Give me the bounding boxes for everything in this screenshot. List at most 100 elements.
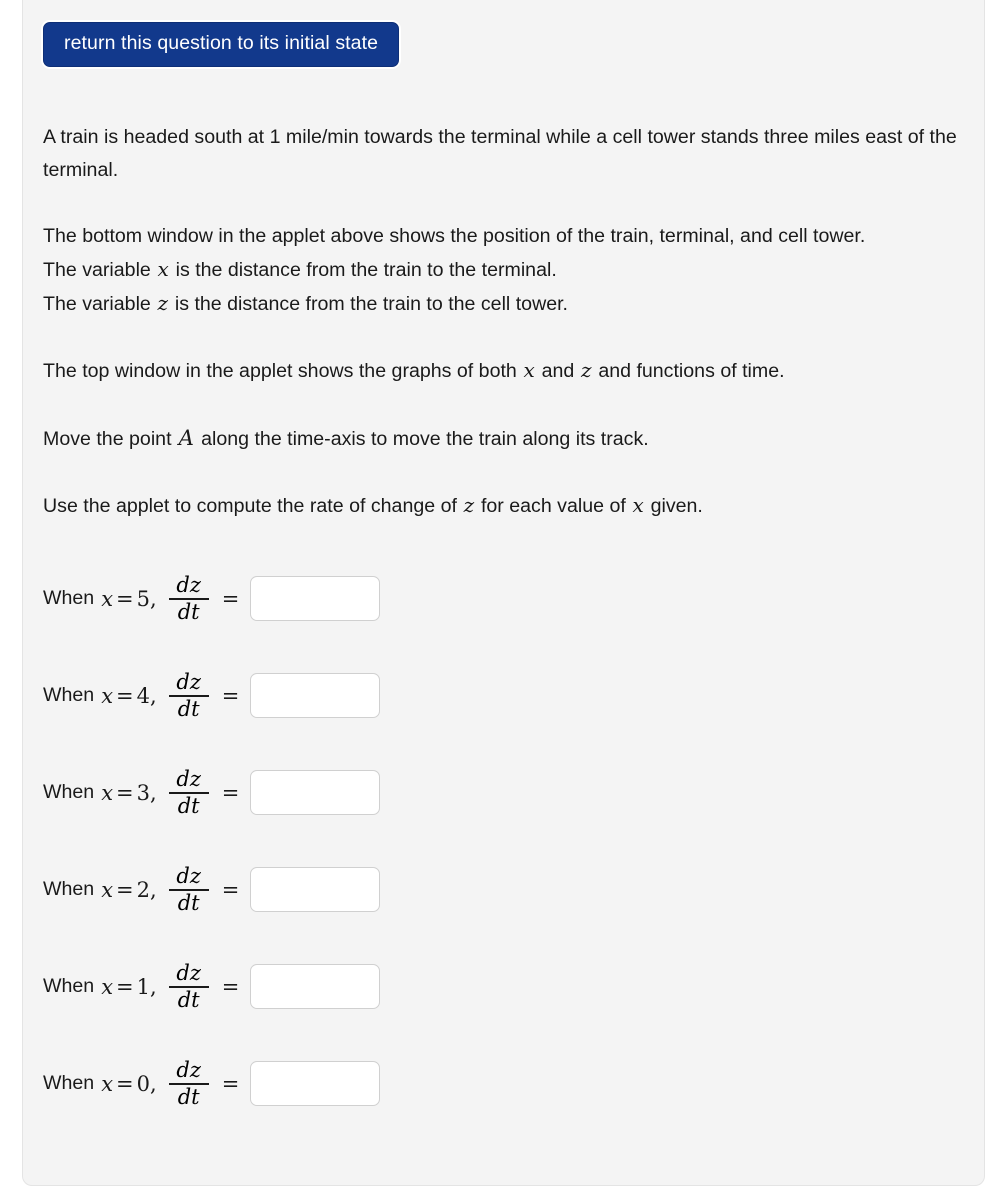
- answer-row-label: When x = 4,: [43, 684, 157, 708]
- math-var-x-2: x: [523, 357, 535, 382]
- math-equals: =: [116, 974, 134, 999]
- answer-condition-math: x = 3,: [101, 781, 157, 805]
- answer-input-1[interactable]: [250, 576, 381, 622]
- derivative-fraction: dz dt: [168, 963, 209, 1012]
- answer-row: When x = 4, dz dt =: [43, 666, 964, 726]
- math-var-z-1: z: [157, 290, 169, 315]
- answer-label-prefix: When: [43, 975, 95, 998]
- reset-question-button[interactable]: return this question to its initial stat…: [43, 22, 400, 67]
- answer-condition-math: x = 0,: [101, 1072, 157, 1096]
- prose-text-4-before: The variable: [43, 292, 151, 315]
- math-var-x: x: [101, 974, 114, 999]
- fraction-denominator: dt: [177, 696, 200, 721]
- answer-input-4[interactable]: [250, 867, 381, 913]
- math-x-value: 0,: [136, 1071, 157, 1096]
- answer-input-3[interactable]: [250, 770, 381, 816]
- math-var-x: x: [101, 780, 114, 805]
- prose-paragraph-1: A train is headed south at 1 mile/min to…: [43, 121, 964, 187]
- math-equals: =: [116, 1071, 134, 1096]
- derivative-fraction: dz dt: [168, 767, 209, 818]
- answer-row: When x = 3, dz dt =: [43, 763, 964, 823]
- prose-paragraph-4: The variable z is the distance from the …: [43, 287, 964, 321]
- result-equals-sign: =: [221, 877, 240, 902]
- math-x-value: 4,: [136, 683, 157, 708]
- answer-input-6[interactable]: [250, 1061, 381, 1107]
- answer-label-prefix: When: [43, 878, 95, 901]
- answer-input-2[interactable]: [250, 673, 381, 719]
- prose-text-1: A train is headed south at 1 mile/min to…: [43, 125, 957, 181]
- math-var-x: x: [101, 586, 114, 611]
- answer-row: When x = 2, dz dt =: [43, 860, 964, 920]
- answer-condition-math: x = 5,: [101, 587, 157, 611]
- answer-row-label: When x = 5,: [43, 587, 157, 611]
- result-equals-sign: =: [221, 683, 240, 708]
- result-equals-sign: =: [221, 586, 240, 611]
- prose-text-7-middle: for each value of: [480, 494, 626, 517]
- math-var-x: x: [101, 683, 114, 708]
- fraction-numerator: dz: [176, 864, 201, 889]
- math-var-x: x: [101, 1071, 114, 1096]
- fraction-denominator: dt: [177, 599, 200, 624]
- question-prose: A train is headed south at 1 mile/min to…: [43, 121, 964, 523]
- question-card-inner: return this question to its initial stat…: [23, 0, 984, 1134]
- answer-row: When x = 5, dz dt =: [43, 569, 964, 629]
- derivative-fraction: dz dt: [168, 864, 209, 915]
- answer-row: When x = 1, dz dt =: [43, 957, 964, 1017]
- fraction-denominator: dt: [177, 890, 200, 915]
- answer-condition-math: x = 1,: [101, 975, 157, 999]
- prose-text-5-middle: and: [541, 359, 575, 382]
- prose-text-5-before: The top window in the applet shows the g…: [43, 359, 517, 382]
- result-equals-sign: =: [221, 974, 240, 999]
- answer-row-label: When x = 0,: [43, 1072, 157, 1096]
- answer-condition-math: x = 2,: [101, 878, 157, 902]
- math-var-x: x: [101, 877, 114, 902]
- math-equals: =: [116, 877, 134, 902]
- answer-input-5[interactable]: [250, 964, 381, 1010]
- math-equals: =: [116, 683, 134, 708]
- fraction-denominator: dt: [177, 987, 200, 1012]
- prose-text-3-before: The variable: [43, 258, 151, 281]
- answer-row-label: When x = 3,: [43, 781, 157, 805]
- answer-condition-math: x = 4,: [101, 684, 157, 708]
- prose-text-3-after: is the distance from the train to the te…: [175, 258, 557, 281]
- prose-paragraph-2: The bottom window in the applet above sh…: [43, 220, 964, 253]
- prose-paragraph-5: The top window in the applet shows the g…: [43, 354, 964, 388]
- math-equals: =: [116, 780, 134, 805]
- math-x-value: 1,: [136, 974, 157, 999]
- math-var-x-3: x: [632, 492, 644, 517]
- answer-label-prefix: When: [43, 1072, 95, 1095]
- prose-text-7-after: given.: [650, 494, 703, 517]
- prose-text-2: The bottom window in the applet above sh…: [43, 224, 866, 247]
- prose-paragraph-7: Use the applet to compute the rate of ch…: [43, 489, 964, 523]
- math-var-x-1: x: [157, 256, 169, 281]
- prose-paragraph-6: Move the point A along the time-axis to …: [43, 421, 964, 456]
- prose-text-4-after: is the distance from the train to the ce…: [174, 292, 569, 315]
- fraction-denominator: dt: [177, 1084, 200, 1109]
- fraction-numerator: dz: [176, 1058, 201, 1083]
- math-var-a: A: [178, 424, 194, 450]
- prose-text-7-before: Use the applet to compute the rate of ch…: [43, 494, 457, 517]
- fraction-numerator: dz: [176, 670, 201, 695]
- result-equals-sign: =: [221, 1071, 240, 1096]
- fraction-denominator: dt: [177, 793, 200, 818]
- answer-row-label: When x = 2,: [43, 878, 157, 902]
- math-var-z-3: z: [463, 492, 475, 517]
- prose-paragraph-3: The variable x is the distance from the …: [43, 253, 964, 287]
- derivative-fraction: dz dt: [168, 575, 209, 624]
- answer-row-label: When x = 1,: [43, 975, 157, 999]
- math-x-value: 2,: [136, 877, 157, 902]
- answer-label-prefix: When: [43, 587, 95, 610]
- prose-text-6-before: Move the point: [43, 427, 172, 450]
- math-var-z-2: z: [580, 357, 592, 382]
- fraction-numerator: dz: [176, 767, 201, 792]
- derivative-fraction: dz dt: [168, 670, 209, 721]
- answer-label-prefix: When: [43, 684, 95, 707]
- derivative-fraction: dz dt: [168, 1058, 209, 1109]
- math-x-value: 3,: [136, 780, 157, 805]
- page-root: return this question to its initial stat…: [0, 0, 1008, 1200]
- answer-label-prefix: When: [43, 781, 95, 804]
- math-x-value: 5,: [136, 586, 157, 611]
- prose-text-6-after: along the time-axis to move the train al…: [201, 427, 649, 450]
- answers-list: When x = 5, dz dt = When x = 4, dz dt = When x = 3, dz dt = W…: [43, 569, 964, 1134]
- result-equals-sign: =: [221, 780, 240, 805]
